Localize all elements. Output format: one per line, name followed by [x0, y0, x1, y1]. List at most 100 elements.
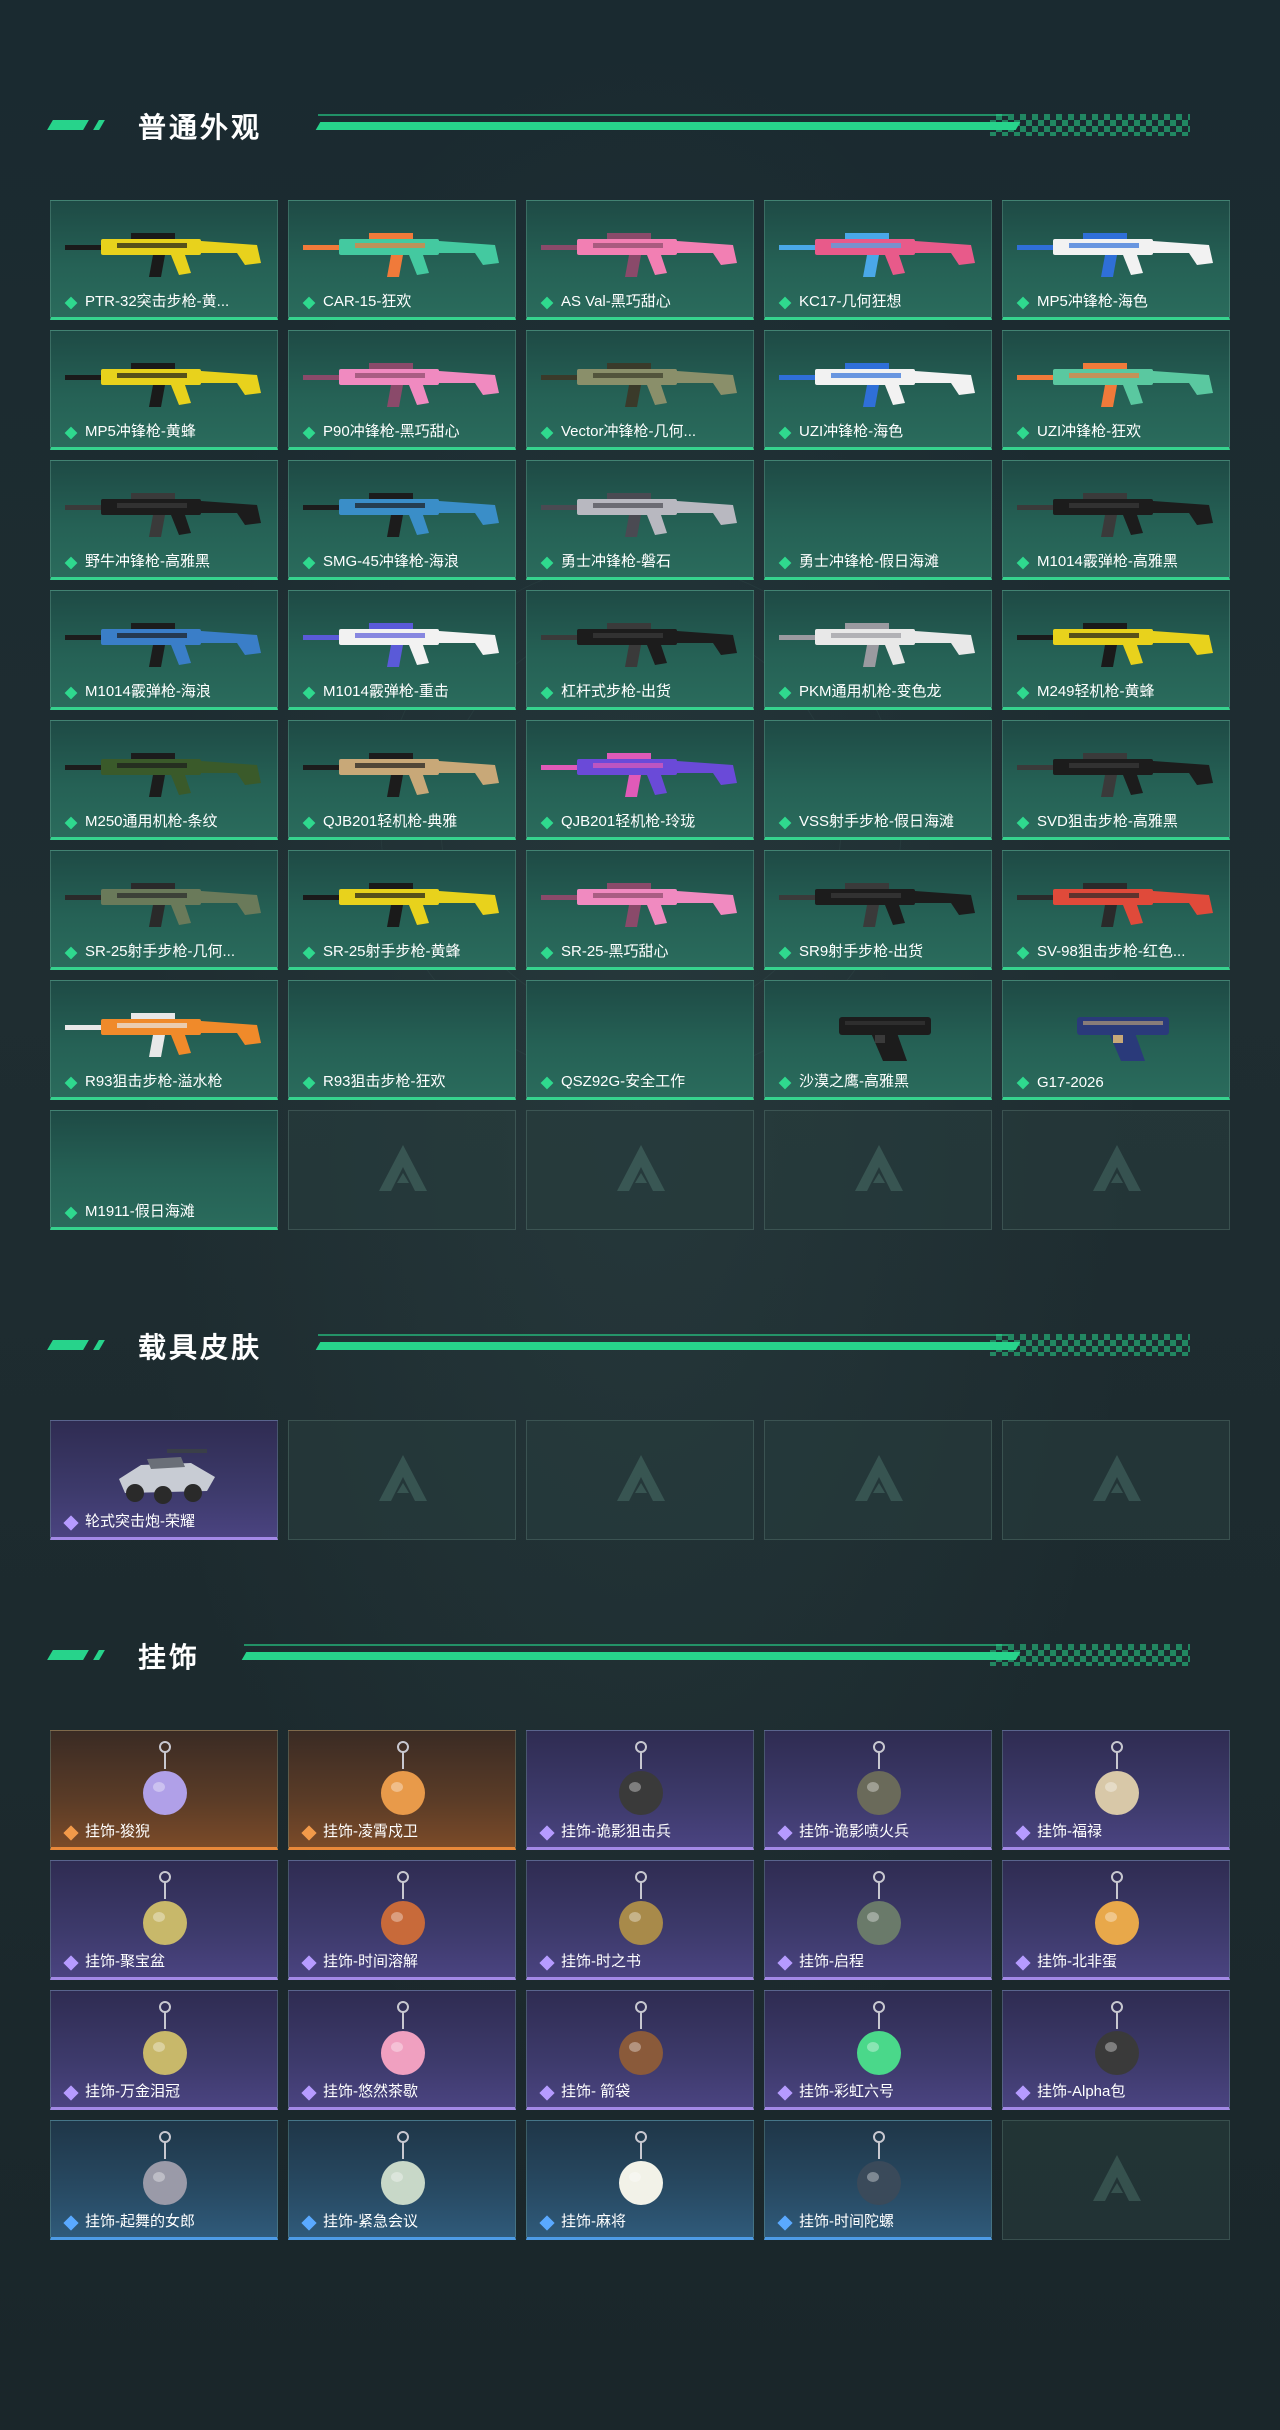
charm-card[interactable]: 挂饰-诡影狙击兵	[526, 1730, 754, 1850]
charm-image	[381, 2001, 425, 2075]
charm-card[interactable]: 挂饰-聚宝盆	[50, 1860, 278, 1980]
weapon-card[interactable]: SR9射手步枪-出货	[764, 850, 992, 970]
weapon-skin-image	[65, 493, 261, 537]
weapon-card[interactable]: P90冲锋枪-黑巧甜心	[288, 330, 516, 450]
charm-card[interactable]: 挂饰-时间溶解	[288, 1860, 516, 1980]
weapon-skin-image	[65, 233, 261, 277]
weapon-card[interactable]: R93狙击步枪-狂欢	[288, 980, 516, 1100]
weapon-card[interactable]: G17-2026	[1002, 980, 1230, 1100]
rarity-gem-icon	[778, 816, 792, 830]
weapon-card[interactable]: UZI冲锋枪-狂欢	[1002, 330, 1230, 450]
item-name-label: 杠杆式步枪-出货	[561, 683, 671, 700]
charm-card[interactable]: 挂饰-麻将	[526, 2120, 754, 2240]
weapon-card[interactable]: PKM通用机枪-变色龙	[764, 590, 992, 710]
empty-slot-logo-icon	[1093, 1145, 1141, 1191]
weapon-card[interactable]: SR-25-黑巧甜心	[526, 850, 754, 970]
item-name-label: QJB201轻机枪-典雅	[323, 813, 458, 830]
item-name-label: 挂饰-起舞的女郎	[85, 2213, 195, 2230]
charm-image	[143, 2131, 187, 2205]
charm-card[interactable]: 挂饰-北非蛋	[1002, 1860, 1230, 1980]
charm-card[interactable]: 挂饰-万金泪冠	[50, 1990, 278, 2110]
rarity-gem-icon	[1015, 2085, 1031, 2101]
rarity-gem-icon	[778, 556, 792, 570]
charm-image	[143, 1871, 187, 1945]
weapon-card[interactable]: 勇士冲锋枪-磐石	[526, 460, 754, 580]
weapon-card[interactable]: SR-25射手步枪-黄蜂	[288, 850, 516, 970]
weapon-card[interactable]: M1911-假日海滩	[50, 1110, 278, 1230]
rarity-gem-icon	[1016, 816, 1030, 830]
charm-card[interactable]: 挂饰-凌霄戍卫	[288, 1730, 516, 1850]
charm-card[interactable]: 挂饰-时之书	[526, 1860, 754, 1980]
item-name-label: M1014霰弹枪-重击	[323, 683, 449, 700]
item-name-label: 挂饰-悠然茶歇	[323, 2083, 418, 2100]
vehicle-card[interactable]: 轮式突击炮-荣耀	[50, 1420, 278, 1540]
weapon-skin-image	[303, 363, 499, 407]
item-name-label: 野牛冲锋枪-高雅黑	[85, 553, 210, 570]
weapon-card[interactable]: 沙漠之鹰-高雅黑	[764, 980, 992, 1100]
rarity-gem-icon	[63, 2085, 79, 2101]
item-name-label: 挂饰-Alpha包	[1037, 2083, 1126, 2100]
section-header: 普通外观	[0, 100, 1280, 160]
rarity-gem-icon	[540, 556, 554, 570]
weapon-card[interactable]: SV-98狙击步枪-红色...	[1002, 850, 1230, 970]
weapon-card[interactable]: M1014霰弹枪-海浪	[50, 590, 278, 710]
rarity-gem-icon	[540, 296, 554, 310]
item-name-label: 挂饰-凌霄戍卫	[323, 1823, 418, 1840]
item-name-label: 挂饰- 箭袋	[561, 2083, 631, 2100]
item-name-label: 挂饰-启程	[799, 1953, 864, 1970]
weapon-card[interactable]: SR-25射手步枪-几何...	[50, 850, 278, 970]
weapon-card[interactable]: CAR-15-狂欢	[288, 200, 516, 320]
weapon-card[interactable]: 勇士冲锋枪-假日海滩	[764, 460, 992, 580]
charm-image	[619, 2131, 663, 2205]
item-name-label: 勇士冲锋枪-假日海滩	[799, 553, 939, 570]
weapon-card[interactable]: VSS射手步枪-假日海滩	[764, 720, 992, 840]
charm-image	[381, 1871, 425, 1945]
header-checker-pattern	[990, 114, 1190, 136]
charm-card[interactable]: 挂饰-时间陀螺	[764, 2120, 992, 2240]
weapon-card[interactable]: Vector冲锋枪-几何...	[526, 330, 754, 450]
item-name-label: G17-2026	[1037, 1074, 1104, 1091]
item-name-label: PKM通用机枪-变色龙	[799, 683, 942, 700]
weapon-card[interactable]: PTR-32突击步枪-黄...	[50, 200, 278, 320]
header-thin-line	[318, 114, 1008, 116]
charm-card[interactable]: 挂饰-狻猊	[50, 1730, 278, 1850]
weapon-card[interactable]: SVD狙击步枪-高雅黑	[1002, 720, 1230, 840]
charm-card[interactable]: 挂饰-起舞的女郎	[50, 2120, 278, 2240]
weapon-card[interactable]: QJB201轻机枪-典雅	[288, 720, 516, 840]
weapon-card[interactable]: M250通用机枪-条纹	[50, 720, 278, 840]
weapon-skin-image	[65, 883, 261, 927]
charm-card[interactable]: 挂饰-悠然茶歇	[288, 1990, 516, 2110]
charm-card[interactable]: 挂饰-彩虹六号	[764, 1990, 992, 2110]
weapon-card[interactable]: QSZ92G-安全工作	[526, 980, 754, 1100]
weapon-card[interactable]: KC17-几何狂想	[764, 200, 992, 320]
empty-slot	[288, 1110, 516, 1230]
weapon-skin-image	[779, 883, 975, 927]
weapon-card[interactable]: AS Val-黑巧甜心	[526, 200, 754, 320]
charm-card[interactable]: 挂饰-启程	[764, 1860, 992, 1980]
header-accent-bar	[47, 1340, 89, 1350]
charm-card[interactable]: 挂饰- 箭袋	[526, 1990, 754, 2110]
section-title: 挂饰	[138, 1642, 201, 1673]
charm-card[interactable]: 挂饰-诡影喷火兵	[764, 1730, 992, 1850]
weapon-card[interactable]: 杠杆式步枪-出货	[526, 590, 754, 710]
weapon-card[interactable]: M249轻机枪-黄蜂	[1002, 590, 1230, 710]
weapon-card[interactable]: QJB201轻机枪-玲珑	[526, 720, 754, 840]
weapon-card[interactable]: MP5冲锋枪-海色	[1002, 200, 1230, 320]
rarity-gem-icon	[64, 296, 78, 310]
weapon-card[interactable]: R93狙击步枪-溢水枪	[50, 980, 278, 1100]
charm-card[interactable]: 挂饰-紧急会议	[288, 2120, 516, 2240]
item-name-label: 挂饰-时之书	[561, 1953, 641, 1970]
item-name-label: 挂饰-万金泪冠	[85, 2083, 180, 2100]
weapon-card[interactable]: 野牛冲锋枪-高雅黑	[50, 460, 278, 580]
weapon-card[interactable]: M1014霰弹枪-高雅黑	[1002, 460, 1230, 580]
charm-card[interactable]: 挂饰-福禄	[1002, 1730, 1230, 1850]
section-header: 载具皮肤	[0, 1320, 1280, 1380]
weapon-card[interactable]: MP5冲锋枪-黄蜂	[50, 330, 278, 450]
item-name-label: 挂饰-时间溶解	[323, 1953, 418, 1970]
weapon-card[interactable]: UZI冲锋枪-海色	[764, 330, 992, 450]
weapon-card[interactable]: M1014霰弹枪-重击	[288, 590, 516, 710]
rarity-gem-icon	[64, 816, 78, 830]
weapon-card[interactable]: SMG-45冲锋枪-海浪	[288, 460, 516, 580]
charm-card[interactable]: 挂饰-Alpha包	[1002, 1990, 1230, 2110]
item-name-label: PTR-32突击步枪-黄...	[85, 293, 230, 310]
